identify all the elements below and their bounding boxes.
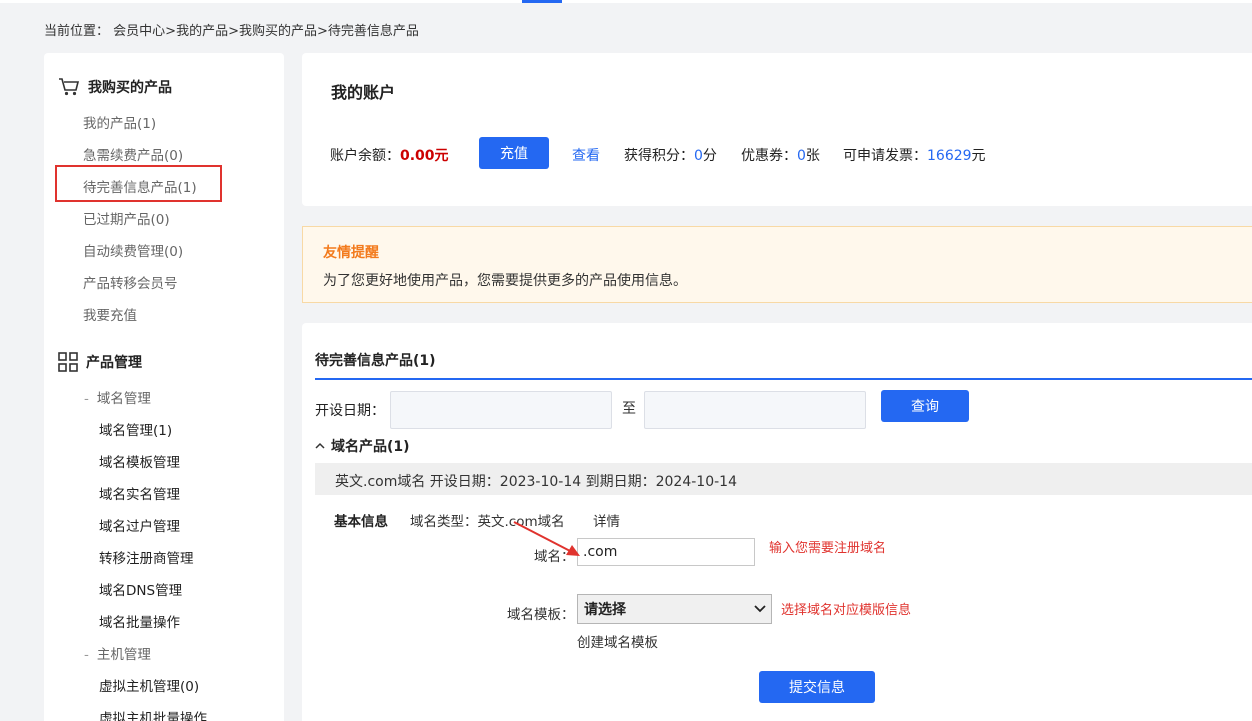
sidebar-item-domain-mgmt[interactable]: 域名管理(1) xyxy=(99,419,172,439)
detail-link[interactable]: 详情 xyxy=(593,510,620,530)
sidebar-group-label: 域名管理 xyxy=(96,391,151,407)
grid-icon xyxy=(58,352,78,372)
open-date-label: 开设日期： xyxy=(315,403,385,419)
sidebar-group-domain[interactable]: - 域名管理 xyxy=(84,387,151,407)
create-template-link[interactable]: 创建域名模板 xyxy=(577,631,658,651)
balance-value: 0.00元 xyxy=(400,148,449,164)
points-value: 0 xyxy=(694,148,703,164)
chevron-down-icon xyxy=(754,605,766,613)
sidebar-item-domain-realname[interactable]: 域名实名管理 xyxy=(99,483,180,503)
breadcrumb-separator: > xyxy=(165,24,177,39)
annotation-arrow-icon xyxy=(513,521,580,556)
domain-hint: 输入您需要注册域名 xyxy=(769,541,887,556)
domain-products-group[interactable]: 域名产品(1) xyxy=(315,436,410,456)
breadcrumb-item-my-products[interactable]: 我的产品 xyxy=(176,24,228,39)
sidebar-section-title: 我购买的产品 xyxy=(88,80,172,96)
cart-icon xyxy=(59,78,80,96)
template-select-value: 请选择 xyxy=(584,602,626,618)
breadcrumb-separator: > xyxy=(317,24,328,39)
invoice-row: 可申请发票：16629元 xyxy=(843,145,986,165)
sidebar-group-label: 主机管理 xyxy=(96,647,151,663)
date-to-label: 至 xyxy=(622,401,636,417)
notice-title: 友情提醒 xyxy=(323,245,379,261)
start-date-input[interactable] xyxy=(390,391,612,429)
end-date-input[interactable] xyxy=(644,391,866,429)
account-card: 我的账户 账户余额：0.00元 充值 查看 获得积分：0分 优惠券：0张 可申请… xyxy=(302,53,1252,206)
account-title: 我的账户 xyxy=(331,83,396,102)
invoice-value: 16629 xyxy=(927,148,972,164)
title-underline xyxy=(315,378,1252,380)
coupon-unit: 张 xyxy=(805,148,820,164)
sidebar-item-domain-template[interactable]: 域名模板管理 xyxy=(99,451,180,471)
invoice-label: 可申请发票： xyxy=(843,148,927,164)
sidebar-section-purchased: 我购买的产品 xyxy=(58,77,172,97)
breadcrumb-item-purchased[interactable]: 我购买的产品 xyxy=(239,24,317,39)
sidebar-item-expired[interactable]: 已过期产品(0) xyxy=(83,208,170,228)
breadcrumb-separator: > xyxy=(228,24,239,39)
sidebar-item-virtual-host[interactable]: 虚拟主机管理(0) xyxy=(99,675,199,695)
sidebar-group-host[interactable]: - 主机管理 xyxy=(84,643,151,663)
sidebar-section-title: 产品管理 xyxy=(86,355,142,371)
balance-label: 账户余额： xyxy=(330,148,400,164)
domain-products-title: 域名产品(1) xyxy=(331,439,410,455)
template-select[interactable]: 请选择 xyxy=(577,594,772,624)
coupon-row: 优惠券：0张 xyxy=(741,145,820,165)
chevron-up-icon xyxy=(315,442,325,449)
submit-info-button[interactable]: 提交信息 xyxy=(759,671,875,703)
coupon-value: 0 xyxy=(797,148,806,164)
sidebar-item-virtual-host-batch[interactable]: 虚拟主机批量操作 xyxy=(99,707,207,721)
sidebar-item-recharge[interactable]: 我要充值 xyxy=(83,304,137,324)
template-hint: 选择域名对应模版信息 xyxy=(781,603,912,618)
highlight-annotation-box xyxy=(55,165,222,202)
invoice-unit: 元 xyxy=(971,148,986,164)
sidebar-item-auto-renew[interactable]: 自动续费管理(0) xyxy=(83,240,183,260)
pending-products-card: 待完善信息产品(1) 开设日期： 至 查询 域名产品(1) 英文.com域名 开… xyxy=(302,323,1252,721)
recharge-button[interactable]: 充值 xyxy=(479,137,549,169)
top-bar xyxy=(0,0,1252,3)
breadcrumb-prefix: 当前位置： xyxy=(44,24,110,39)
sidebar-item-domain-batch[interactable]: 域名批量操作 xyxy=(99,611,180,631)
balance-row: 账户余额：0.00元 xyxy=(330,145,449,165)
sidebar-section-product-mgmt: 产品管理 xyxy=(58,352,142,372)
query-button[interactable]: 查询 xyxy=(881,390,969,422)
sidebar-item-transfer-member[interactable]: 产品转移会员号 xyxy=(83,272,178,292)
notice-text: 为了您更好地使用产品，您需要提供更多的产品使用信息。 xyxy=(323,273,687,289)
template-label: 域名模板： xyxy=(507,607,575,623)
breadcrumb: 当前位置： 会员中心>我的产品>我购买的产品>待完善信息产品 xyxy=(44,20,419,39)
breadcrumb-item-current: 待完善信息产品 xyxy=(327,24,419,39)
breadcrumb-item-member-center[interactable]: 会员中心 xyxy=(113,24,165,39)
product-row-text: 英文.com域名 开设日期：2023-10-14 到期日期：2024-10-14 xyxy=(335,474,737,490)
points-row: 获得积分：0分 xyxy=(624,145,717,165)
product-row-header: 英文.com域名 开设日期：2023-10-14 到期日期：2024-10-14 xyxy=(315,463,1252,495)
sidebar-item-registrar-transfer[interactable]: 转移注册商管理 xyxy=(99,547,194,567)
coupon-label: 优惠券： xyxy=(741,148,797,164)
points-label: 获得积分： xyxy=(624,148,694,164)
notice-banner: 友情提醒 为了您更好地使用产品，您需要提供更多的产品使用信息。 xyxy=(302,226,1252,303)
sidebar-item-domain-dns[interactable]: 域名DNS管理 xyxy=(99,579,182,599)
sidebar: 我购买的产品 我的产品(1) 急需续费产品(0) 待完善信息产品(1) 已过期产… xyxy=(44,53,284,721)
view-link[interactable]: 查看 xyxy=(572,145,600,165)
sidebar-item-my-products[interactable]: 我的产品(1) xyxy=(83,112,156,132)
pending-products-title: 待完善信息产品(1) xyxy=(315,353,436,369)
sidebar-item-renewal-urgent[interactable]: 急需续费产品(0) xyxy=(83,144,183,164)
active-tab-indicator xyxy=(522,0,562,3)
domain-input[interactable]: .com xyxy=(577,538,755,566)
basic-info-label: 基本信息 xyxy=(334,514,388,530)
points-unit: 分 xyxy=(702,148,717,164)
sidebar-item-domain-transfer[interactable]: 域名过户管理 xyxy=(99,515,180,535)
